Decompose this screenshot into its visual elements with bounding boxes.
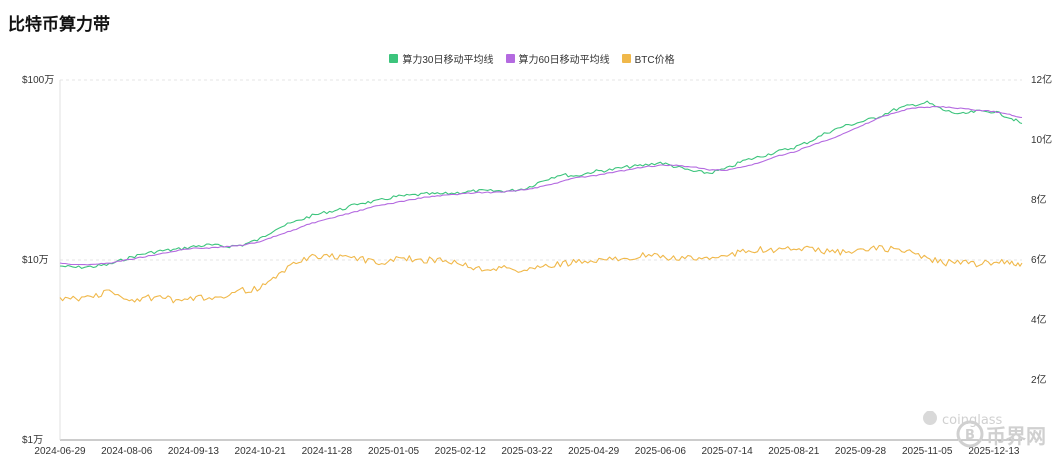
x-tick-label-11: 2025-08-21	[768, 446, 820, 457]
x-tick-label-8: 2025-04-29	[568, 446, 620, 457]
x-tick-label-5: 2025-01-05	[368, 446, 420, 457]
y-left-tick-label-1: $10万	[22, 255, 49, 266]
x-tick-label-9: 2025-06-06	[635, 446, 687, 457]
svg-text:B: B	[965, 428, 975, 443]
y-left-tick-label-0: $100万	[22, 75, 54, 86]
y-right-tick-label-4: 4亿	[1031, 313, 1047, 326]
series-line-0[interactable]	[59, 100, 1023, 269]
watermark-line2: 币界网	[986, 424, 1046, 448]
y-right-tick-label-5: 2亿	[1031, 373, 1047, 386]
x-tick-label-2: 2024-09-13	[168, 446, 220, 457]
series-lines	[59, 100, 1023, 304]
x-tick-label-3: 2024-10-21	[235, 446, 287, 457]
series-line-1[interactable]	[59, 105, 1023, 266]
x-tick-label-12: 2025-09-28	[835, 446, 887, 457]
y-right-tick-label-2: 8亿	[1031, 193, 1047, 206]
x-tick-label-7: 2025-03-22	[501, 446, 553, 457]
y-right-tick-label-1: 10亿	[1031, 133, 1052, 146]
y-right-tick-label-3: 6亿	[1031, 253, 1047, 266]
x-tick-label-1: 2024-08-06	[101, 446, 153, 457]
coinglass-logo-icon	[923, 411, 937, 425]
x-tick-label-6: 2025-02-12	[435, 446, 487, 457]
series-line-2[interactable]	[59, 244, 1023, 304]
x-tick-label-13: 2025-11-05	[902, 446, 953, 457]
watermark: coinglass B 币界网	[923, 411, 1046, 448]
x-tick-label-10: 2025-07-14	[702, 446, 754, 457]
x-tick-label-4: 2024-11-28	[302, 446, 353, 457]
chart-canvas: 2024-06-29 2024-08-06 2024-09-13 2024-10-21…	[22, 73, 1052, 457]
y-right-tick-label-0: 12亿	[1031, 73, 1052, 86]
y-left-tick-label-2: $1万	[22, 435, 43, 446]
axes: 2024-06-29 2024-08-06 2024-09-13 2024-10-21…	[22, 73, 1052, 457]
x-tick-label-0: 2024-06-29	[34, 446, 86, 457]
grid-lines	[60, 79, 1022, 441]
